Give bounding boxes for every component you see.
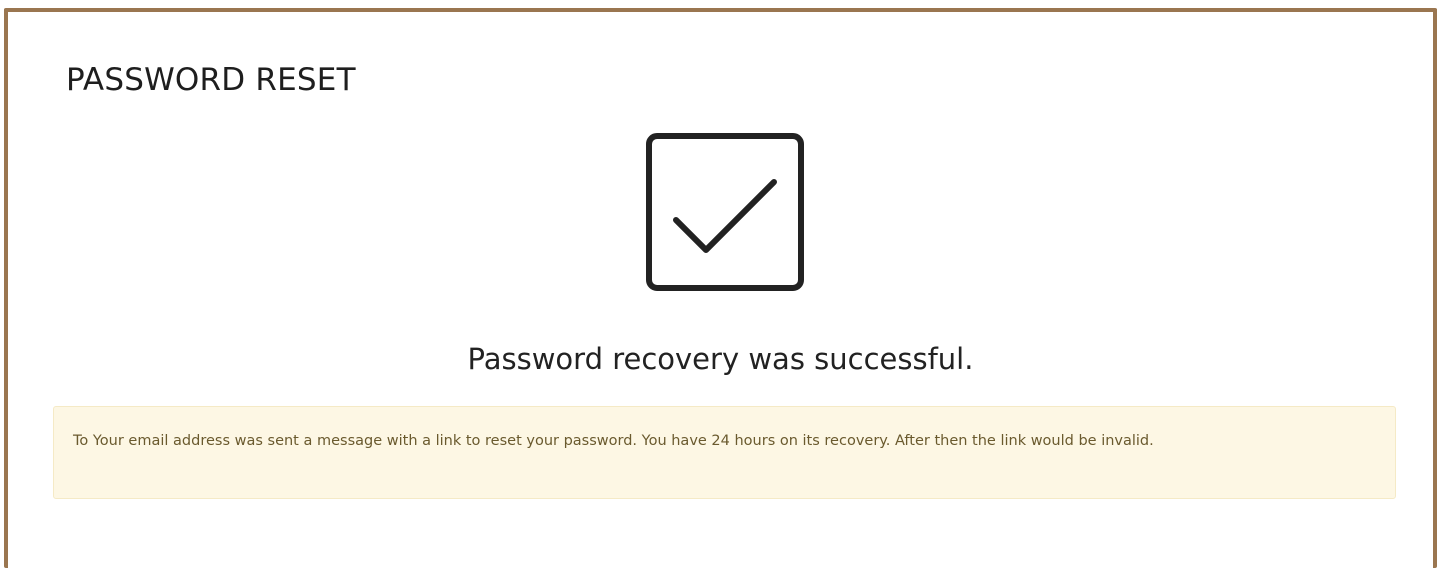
success-message: Password recovery was successful. [467, 342, 974, 376]
page-title: PASSWORD RESET [66, 62, 356, 98]
alert-text: To Your email address was sent a message… [73, 433, 1154, 449]
checkbox-check-icon [645, 132, 805, 292]
password-reset-panel: PASSWORD RESET Password recovery was suc… [4, 8, 1437, 568]
info-alert: To Your email address was sent a message… [53, 406, 1396, 499]
